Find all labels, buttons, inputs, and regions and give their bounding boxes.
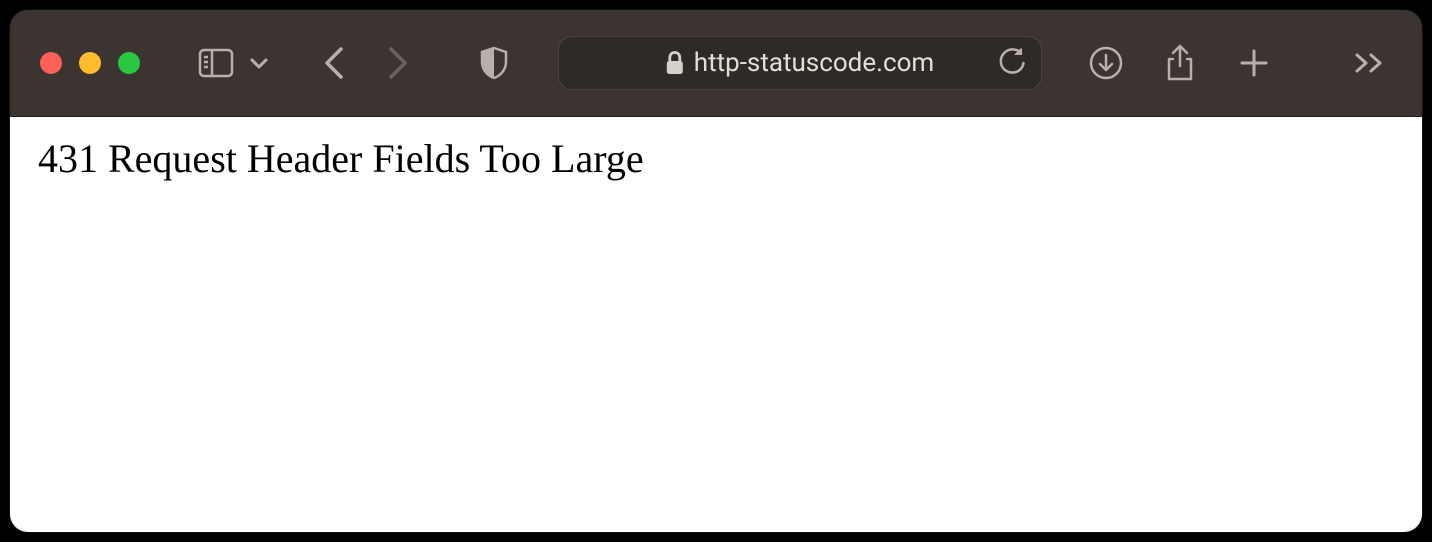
close-window-button[interactable] <box>40 52 62 74</box>
address-content: http-statuscode.com <box>666 48 934 78</box>
new-tab-button[interactable] <box>1232 41 1276 85</box>
browser-toolbar: http-statuscode.com <box>10 10 1422 117</box>
downloads-icon <box>1089 46 1123 80</box>
share-button[interactable] <box>1158 41 1202 85</box>
overflow-icon <box>1354 52 1386 74</box>
downloads-button[interactable] <box>1084 41 1128 85</box>
forward-button[interactable] <box>376 41 420 85</box>
forward-icon <box>387 46 409 80</box>
http-status-message: 431 Request Header Fields Too Large <box>38 135 1394 182</box>
url-text: http-statuscode.com <box>694 48 934 78</box>
privacy-report-button[interactable] <box>472 41 516 85</box>
privacy-shield-icon <box>480 46 508 80</box>
reload-icon <box>999 48 1025 78</box>
maximize-window-button[interactable] <box>118 52 140 74</box>
back-icon <box>323 46 345 80</box>
address-bar[interactable]: http-statuscode.com <box>558 36 1042 90</box>
tab-overflow-button[interactable] <box>1348 41 1392 85</box>
sidebar-icon <box>198 48 234 78</box>
chevron-down-icon <box>250 57 268 69</box>
reload-button[interactable] <box>999 48 1025 78</box>
sidebar-button[interactable] <box>194 41 238 85</box>
right-toolbar-group <box>1084 41 1276 85</box>
window-controls <box>40 52 140 74</box>
lock-icon <box>666 51 684 75</box>
tab-groups-dropdown[interactable] <box>248 41 270 85</box>
new-tab-icon <box>1239 48 1269 78</box>
browser-window: http-statuscode.com <box>10 10 1422 532</box>
back-button[interactable] <box>312 41 356 85</box>
share-icon <box>1165 44 1195 82</box>
navigation-group <box>312 41 420 85</box>
minimize-window-button[interactable] <box>79 52 101 74</box>
sidebar-toggle-group <box>194 41 270 85</box>
page-content: 431 Request Header Fields Too Large <box>10 117 1422 532</box>
